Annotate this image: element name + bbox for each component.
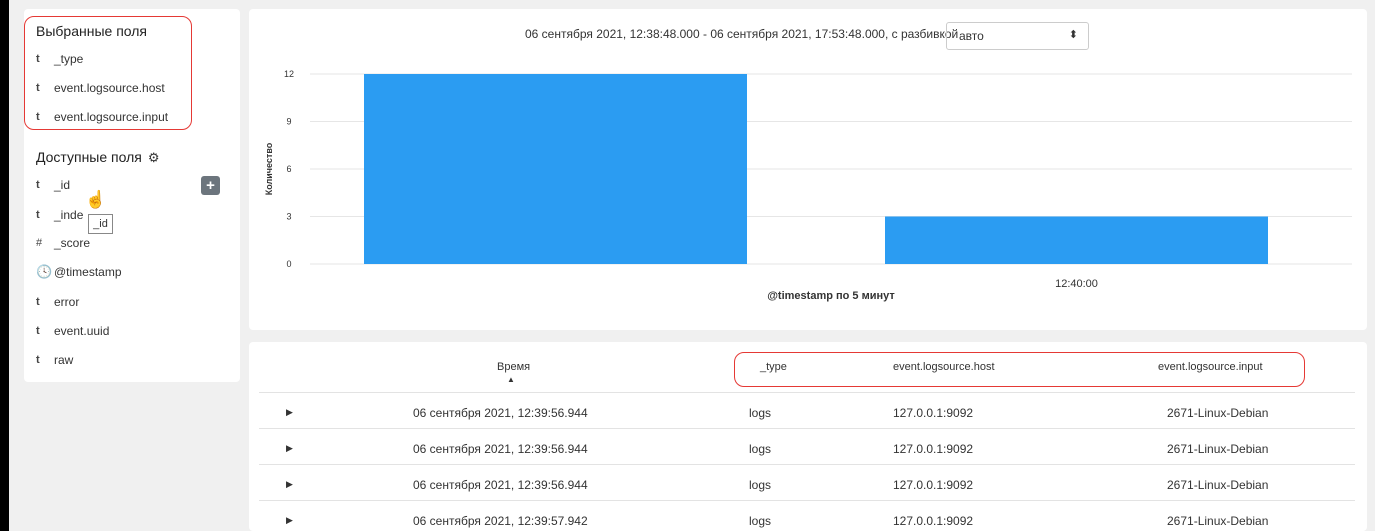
available-field-score[interactable]: # _score bbox=[36, 233, 90, 253]
field-name: raw bbox=[54, 353, 74, 367]
cell-type: logs bbox=[749, 406, 772, 420]
cell-host: 127.0.0.1:9092 bbox=[893, 478, 974, 492]
available-field-error[interactable]: t error bbox=[36, 292, 79, 312]
available-field-id[interactable]: t _id bbox=[36, 175, 70, 195]
clock-icon: 🕓 bbox=[36, 264, 53, 279]
cell-time: 06 сентября 2021, 12:39:56.944 bbox=[413, 406, 588, 420]
cell-type: logs bbox=[749, 478, 772, 492]
field-name: _score bbox=[54, 236, 91, 250]
cell-input: 2671-Linux-Debian bbox=[1167, 478, 1269, 492]
string-type-icon: t bbox=[36, 325, 40, 337]
row-divider bbox=[259, 428, 1355, 429]
field-tooltip: _id bbox=[88, 214, 113, 234]
field-name: error bbox=[54, 295, 80, 309]
expand-row-icon[interactable]: ▶ bbox=[286, 515, 293, 526]
columns-highlight bbox=[734, 352, 1305, 387]
left-edge-bar bbox=[0, 0, 9, 531]
column-header-time[interactable]: Время bbox=[497, 361, 530, 373]
field-name: @timestamp bbox=[54, 265, 122, 279]
x-axis-label: @timestamp по 5 минут bbox=[767, 290, 895, 302]
selected-fields-highlight bbox=[24, 16, 192, 130]
cell-type: logs bbox=[749, 514, 772, 528]
chart-bar bbox=[885, 216, 1268, 264]
cell-host: 127.0.0.1:9092 bbox=[893, 406, 974, 420]
available-fields-label: Доступные поля bbox=[36, 149, 142, 165]
histogram-chart: 0 3 6 9 12 12:40:00 @timestamp по 5 минут Колич… bbox=[264, 69, 1352, 302]
cell-time: 06 сентября 2021, 12:39:56.944 bbox=[413, 478, 588, 492]
available-field-index[interactable]: t _inde bbox=[36, 205, 83, 225]
y-tick-label: 9 bbox=[286, 117, 291, 127]
y-tick-label: 6 bbox=[286, 164, 291, 174]
field-name: _id bbox=[54, 178, 71, 192]
expand-row-icon[interactable]: ▶ bbox=[286, 479, 293, 490]
cell-input: 2671-Linux-Debian bbox=[1167, 406, 1269, 420]
row-divider bbox=[259, 464, 1355, 465]
y-tick-label: 0 bbox=[286, 259, 291, 269]
row-divider bbox=[259, 500, 1355, 501]
expand-row-icon[interactable]: ▶ bbox=[286, 407, 293, 418]
string-type-icon: t bbox=[36, 179, 40, 191]
y-axis-label: Количество bbox=[264, 142, 274, 195]
cell-host: 127.0.0.1:9092 bbox=[893, 442, 974, 456]
expand-row-icon[interactable]: ▶ bbox=[286, 443, 293, 454]
available-fields-title: Доступные поля ⚙ bbox=[36, 149, 160, 166]
sort-asc-icon[interactable]: ▲ bbox=[507, 375, 515, 384]
string-type-icon: t bbox=[36, 354, 40, 366]
cell-time: 06 сентября 2021, 12:39:57.942 bbox=[413, 514, 588, 528]
histogram-panel: 06 сентября 2021, 12:38:48.000 - 06 сент… bbox=[249, 9, 1367, 330]
available-field-timestamp[interactable]: 🕓 @timestamp bbox=[36, 262, 122, 282]
gear-icon[interactable]: ⚙ bbox=[148, 150, 160, 166]
cell-host: 127.0.0.1:9092 bbox=[893, 514, 974, 528]
cell-input: 2671-Linux-Debian bbox=[1167, 514, 1269, 528]
string-type-icon: t bbox=[36, 209, 40, 221]
available-field-raw[interactable]: t raw bbox=[36, 350, 73, 370]
y-tick-label: 3 bbox=[286, 212, 291, 222]
header-divider bbox=[259, 392, 1355, 393]
string-type-icon: t bbox=[36, 296, 40, 308]
field-name: _inde bbox=[54, 208, 84, 222]
y-tick-label: 12 bbox=[284, 69, 294, 79]
cell-time: 06 сентября 2021, 12:39:56.944 bbox=[413, 442, 588, 456]
add-field-button[interactable]: + bbox=[201, 176, 220, 195]
x-tick-label: 12:40:00 bbox=[1055, 278, 1098, 290]
cell-type: logs bbox=[749, 442, 772, 456]
number-type-icon: # bbox=[36, 237, 43, 249]
cell-input: 2671-Linux-Debian bbox=[1167, 442, 1269, 456]
hand-cursor-icon: ☝ bbox=[85, 190, 107, 209]
available-field-uuid[interactable]: t event.uuid bbox=[36, 321, 109, 341]
chart-bar bbox=[364, 74, 747, 264]
field-name: event.uuid bbox=[54, 324, 110, 338]
